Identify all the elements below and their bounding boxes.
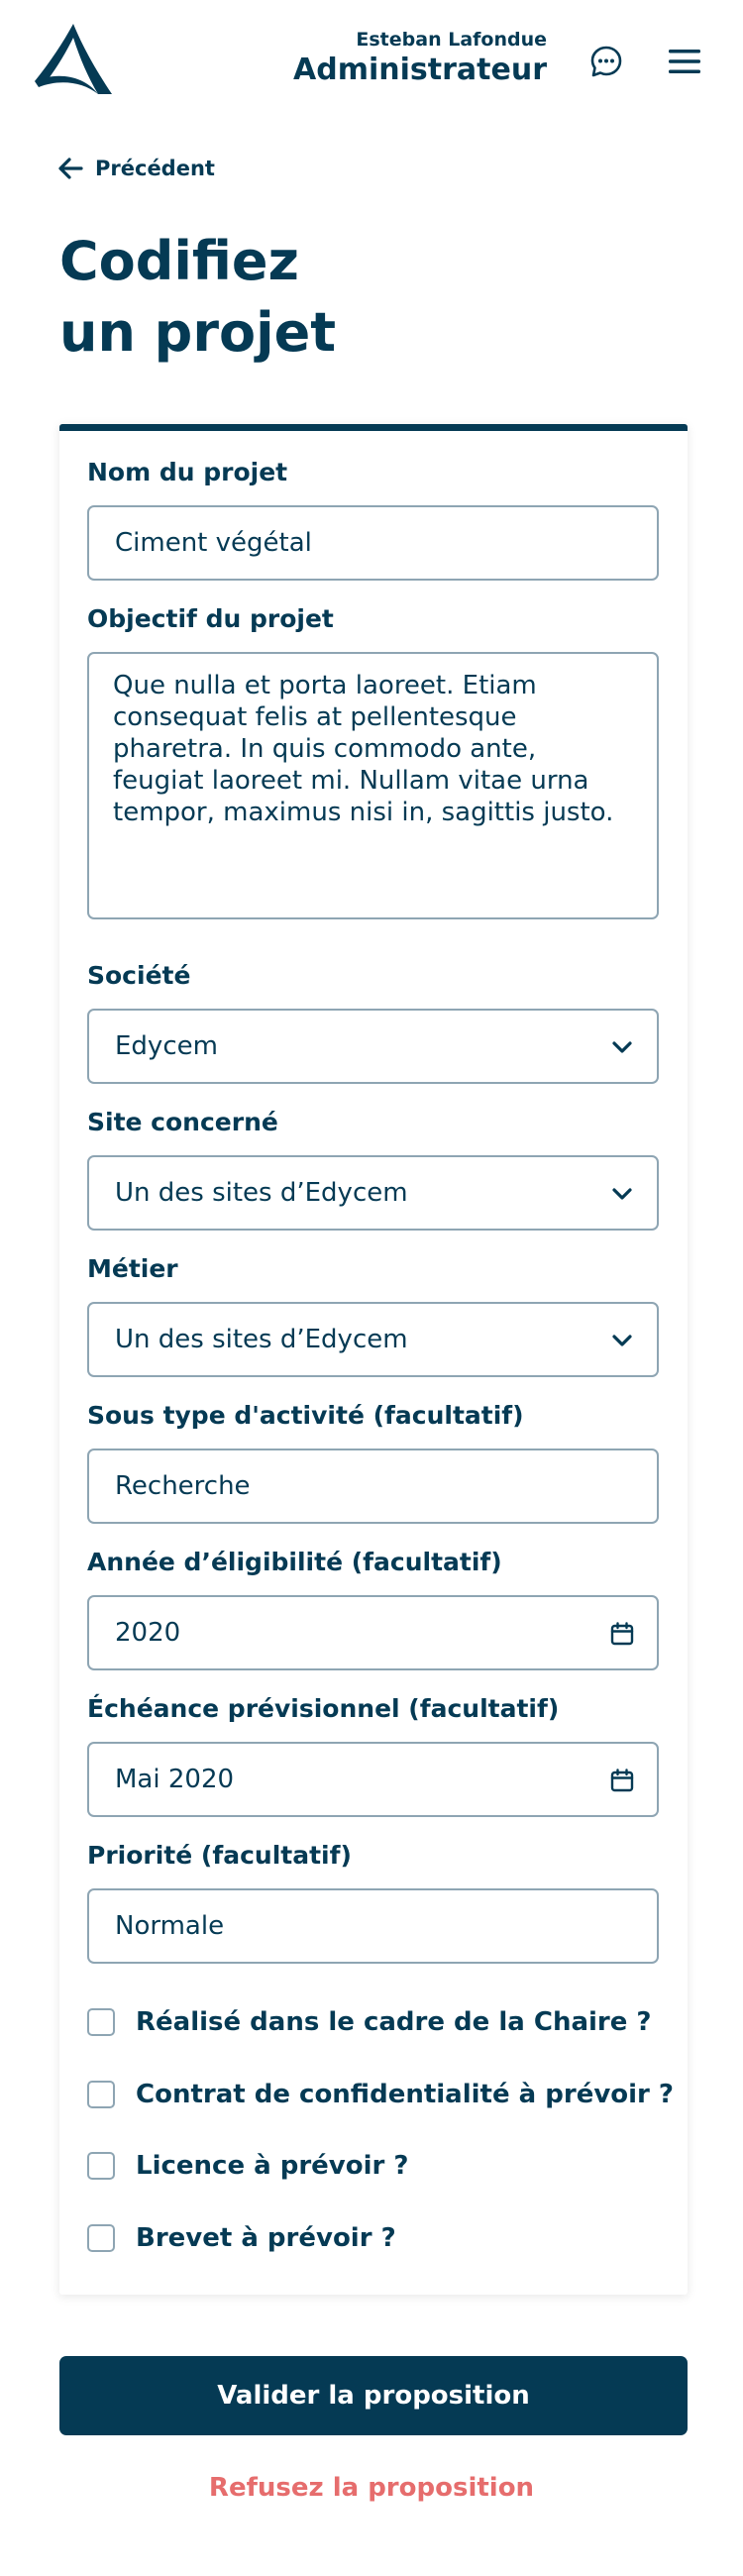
project-name-value: Ciment végétal [115,528,312,558]
checkbox-label: Brevet à prévoir ? [136,2223,396,2253]
project-name-label: Nom du projet [87,458,288,486]
calendar-icon[interactable] [609,1768,635,1793]
checkbox-label: Licence à prévoir ? [136,2151,409,2181]
checkbox-label: Contrat de confidentialité à prévoir ? [136,2080,675,2109]
checkbox-box[interactable] [87,2008,115,2036]
deadline-value: Mai 2020 [115,1765,235,1794]
trade-select[interactable]: Un des sites d’Edycem [87,1302,659,1377]
chat-button[interactable] [583,38,630,85]
chevron-down-icon [612,1188,632,1200]
checkbox-patent[interactable]: Brevet à prévoir ? [87,2223,396,2253]
activity-subtype-label: Sous type d'activité (facultatif) [87,1401,524,1430]
user-role: Administrateur [293,53,547,87]
app-header: Esteban Lafondue Administrateur [0,0,743,119]
user-name: Esteban Lafondue [356,29,547,51]
user-info: Esteban Lafondue Administrateur [293,28,547,89]
back-link[interactable]: Précédent [57,157,215,180]
eligibility-year-label: Année d’éligibilité (facultatif) [87,1548,502,1576]
activity-subtype-value: Recherche [115,1471,251,1501]
trade-label: Métier [87,1254,178,1283]
deadline-label: Échéance prévisionnel (facultatif) [87,1694,560,1723]
hamburger-menu-icon [669,50,700,73]
eligibility-year-value: 2020 [115,1618,181,1648]
project-objective-textarea[interactable]: Que nulla et porta laoreet. Etiam conseq… [87,652,659,919]
site-label: Site concerné [87,1108,278,1136]
page-title-line-2: un projet [59,301,337,364]
project-objective-label: Objectif du projet [87,604,334,633]
calendar-icon[interactable] [609,1621,635,1647]
checkbox-box[interactable] [87,2224,115,2252]
company-value: Edycem [115,1031,218,1061]
priority-input[interactable]: Normale [87,1888,659,1964]
site-select[interactable]: Un des sites d’Edycem [87,1155,659,1231]
checkbox-box[interactable] [87,2152,115,2180]
company-select[interactable]: Edycem [87,1009,659,1084]
activity-subtype-input[interactable]: Recherche [87,1449,659,1524]
checkbox-chair[interactable]: Réalisé dans le cadre de la Chaire ? [87,2007,652,2037]
logo[interactable] [33,22,114,96]
page-title: Codifiez un projet [59,226,336,369]
checkbox-label: Réalisé dans le cadre de la Chaire ? [136,2007,652,2037]
checkbox-license[interactable]: Licence à prévoir ? [87,2151,408,2181]
refuse-link[interactable]: Refusez la proposition [0,2473,743,2503]
menu-button[interactable] [661,38,708,85]
chevron-down-icon [612,1335,632,1346]
priority-value: Normale [115,1911,225,1941]
chat-bubble-icon [590,46,622,77]
checkbox-confidentiality[interactable]: Contrat de confidentialité à prévoir ? [87,2080,674,2109]
eligibility-year-input[interactable]: 2020 [87,1595,659,1670]
site-value: Un des sites d’Edycem [115,1178,408,1208]
page-title-line-1: Codifiez [59,230,299,292]
back-label: Précédent [95,157,215,180]
project-name-input[interactable]: Ciment végétal [87,505,659,581]
company-label: Société [87,961,191,990]
deadline-input[interactable]: Mai 2020 [87,1742,659,1817]
chevron-down-icon [612,1041,632,1053]
priority-label: Priorité (facultatif) [87,1841,352,1870]
checkbox-box[interactable] [87,2081,115,2108]
project-objective-value: Que nulla et porta laoreet. Etiam conseq… [113,671,614,827]
arrow-left-icon [58,158,83,179]
trade-value: Un des sites d’Edycem [115,1325,408,1354]
submit-button[interactable]: Valider la proposition [59,2356,688,2435]
